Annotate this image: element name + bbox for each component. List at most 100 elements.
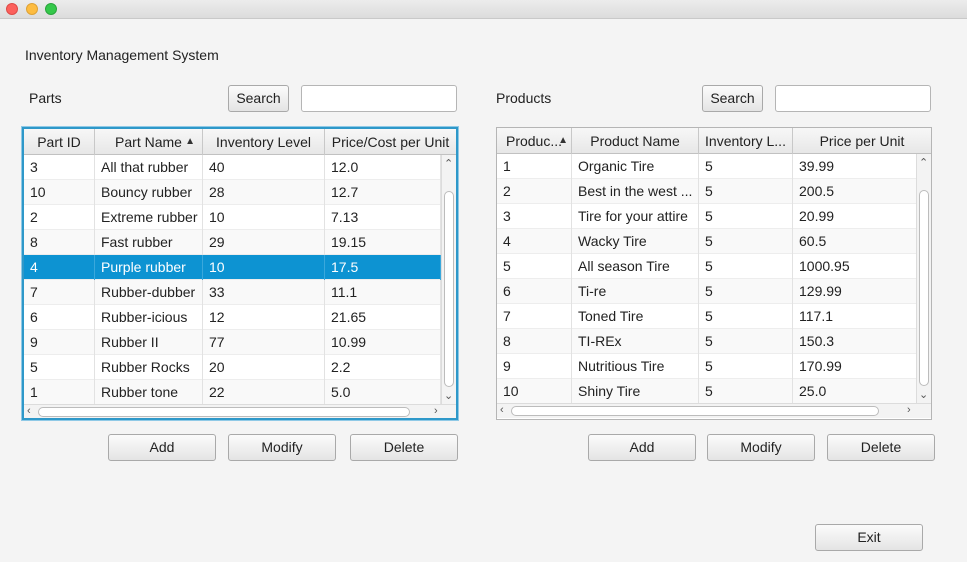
parts-table-row[interactable]: 10 Bouncy rubber 28 12.7	[24, 180, 441, 205]
products-table-row[interactable]: 3 Tire for your attire 5 20.99	[497, 204, 921, 229]
products-table-cell: 5	[699, 304, 793, 329]
scroll-down-icon[interactable]: ⌄	[919, 390, 928, 401]
products-table-cell: 117.1	[793, 304, 921, 329]
window-titlebar	[0, 0, 967, 19]
parts-table-cell: Rubber Rocks	[95, 355, 203, 380]
parts-table-row[interactable]: 2 Extreme rubber 10 7.13	[24, 205, 441, 230]
parts-table-row[interactable]: 4 Purple rubber 10 17.5	[24, 255, 441, 280]
products-vertical-scrollbar[interactable]: ⌃ ⌄	[916, 154, 931, 405]
parts-vertical-scrollbar[interactable]: ⌃ ⌄	[441, 155, 456, 406]
app-title: Inventory Management System	[25, 47, 219, 63]
products-search-input[interactable]	[775, 85, 931, 112]
parts-table-row[interactable]: 8 Fast rubber 29 19.15	[24, 230, 441, 255]
products-table-row[interactable]: 2 Best in the west ... 5 200.5	[497, 179, 921, 204]
parts-horizontal-scrollbar[interactable]: ‹ ›	[24, 404, 456, 418]
scroll-down-icon[interactable]: ⌄	[444, 391, 453, 402]
products-table-body: 1 Organic Tire 5 39.99 2 Best in the west ...…	[497, 154, 921, 404]
products-table-cell: 2	[497, 179, 572, 204]
products-horizontal-scrollbar[interactable]: ‹ ›	[497, 403, 931, 418]
products-table-row[interactable]: 8 TI-REx 5 150.3	[497, 329, 921, 354]
products-table-row[interactable]: 1 Organic Tire 5 39.99	[497, 154, 921, 179]
scroll-up-icon[interactable]: ⌃	[919, 158, 928, 169]
products-search-button[interactable]: Search	[702, 85, 763, 112]
parts-table-cell: Rubber-icious	[95, 305, 203, 330]
scroll-right-icon[interactable]: ›	[434, 406, 438, 417]
parts-table-cell: 11.1	[325, 280, 441, 305]
parts-table-row[interactable]: 5 Rubber Rocks 20 2.2	[24, 355, 441, 380]
parts-table-cell: 33	[203, 280, 325, 305]
parts-add-button[interactable]: Add	[108, 434, 216, 461]
parts-table-cell: 2	[24, 205, 95, 230]
parts-table-row[interactable]: 7 Rubber-dubber 33 11.1	[24, 280, 441, 305]
products-table-cell: 5	[699, 154, 793, 179]
parts-table-cell: 2.2	[325, 355, 441, 380]
products-table-cell: 39.99	[793, 154, 921, 179]
products-horizontal-scroll-thumb[interactable]	[511, 406, 879, 416]
products-table-row[interactable]: 4 Wacky Tire 5 60.5	[497, 229, 921, 254]
parts-search-input[interactable]	[301, 85, 457, 112]
parts-table-cell: Extreme rubber	[95, 205, 203, 230]
products-delete-button[interactable]: Delete	[827, 434, 935, 461]
products-add-button[interactable]: Add	[588, 434, 696, 461]
parts-table-row[interactable]: 9 Rubber II 77 10.99	[24, 330, 441, 355]
products-table-cell: Ti-re	[572, 279, 699, 304]
products-table-cell: 5	[699, 204, 793, 229]
parts-table-row[interactable]: 1 Rubber tone 22 5.0	[24, 380, 441, 405]
parts-table-cell: Rubber-dubber	[95, 280, 203, 305]
products-table-cell: Nutritious Tire	[572, 354, 699, 379]
parts-table-cell: 7.13	[325, 205, 441, 230]
products-table-cell: 9	[497, 354, 572, 379]
products-table-cell: Best in the west ...	[572, 179, 699, 204]
products-table-cell: 5	[699, 279, 793, 304]
products-table-cell: Shiny Tire	[572, 379, 699, 404]
products-col-price[interactable]: Price per Unit	[793, 128, 931, 154]
parts-table-row[interactable]: 3 All that rubber 40 12.0	[24, 155, 441, 180]
products-table-cell: 6	[497, 279, 572, 304]
products-table-cell: All season Tire	[572, 254, 699, 279]
close-window-icon[interactable]	[6, 3, 18, 15]
parts-table-cell: 40	[203, 155, 325, 180]
parts-search-button[interactable]: Search	[228, 85, 289, 112]
products-table-row[interactable]: 7 Toned Tire 5 117.1	[497, 304, 921, 329]
scroll-up-icon[interactable]: ⌃	[444, 159, 453, 170]
products-table-cell: 5	[497, 254, 572, 279]
products-table-cell: 5	[699, 254, 793, 279]
products-table-row[interactable]: 10 Shiny Tire 5 25.0	[497, 379, 921, 404]
products-table-header: Produc... ▲ Product Name Inventory L... P…	[497, 128, 931, 154]
parts-table-cell: Rubber tone	[95, 380, 203, 405]
products-col-product-id[interactable]: Produc... ▲	[497, 128, 572, 154]
minimize-window-icon[interactable]	[26, 3, 38, 15]
parts-col-inventory-level[interactable]: Inventory Level	[203, 129, 325, 155]
products-table-cell: Wacky Tire	[572, 229, 699, 254]
products-table-row[interactable]: 6 Ti-re 5 129.99	[497, 279, 921, 304]
products-table[interactable]: Produc... ▲ Product Name Inventory L... P…	[496, 127, 932, 420]
scroll-left-icon[interactable]: ‹	[27, 406, 31, 417]
scroll-left-icon[interactable]: ‹	[500, 405, 504, 416]
parts-table-cell: Bouncy rubber	[95, 180, 203, 205]
exit-button[interactable]: Exit	[815, 524, 923, 551]
parts-modify-button[interactable]: Modify	[228, 434, 336, 461]
products-col-inventory-level[interactable]: Inventory L...	[699, 128, 793, 154]
parts-table-cell: 9	[24, 330, 95, 355]
parts-col-part-name[interactable]: Part Name ▲	[95, 129, 203, 155]
parts-table[interactable]: Part ID Part Name ▲ Inventory Level Price…	[22, 127, 458, 420]
products-col-product-name[interactable]: Product Name	[572, 128, 699, 154]
products-table-row[interactable]: 5 All season Tire 5 1000.95	[497, 254, 921, 279]
products-table-cell: 200.5	[793, 179, 921, 204]
parts-col-part-id[interactable]: Part ID	[24, 129, 95, 155]
scroll-right-icon[interactable]: ›	[907, 405, 911, 416]
parts-vertical-scroll-thumb[interactable]	[444, 191, 454, 387]
parts-table-cell: 10.99	[325, 330, 441, 355]
parts-table-row[interactable]: 6 Rubber-icious 12 21.65	[24, 305, 441, 330]
zoom-window-icon[interactable]	[45, 3, 57, 15]
parts-col-price[interactable]: Price/Cost per Unit	[325, 129, 456, 155]
products-table-cell: 3	[497, 204, 572, 229]
products-table-row[interactable]: 9 Nutritious Tire 5 170.99	[497, 354, 921, 379]
parts-delete-button[interactable]: Delete	[350, 434, 458, 461]
parts-horizontal-scroll-thumb[interactable]	[38, 407, 410, 417]
parts-table-cell: Rubber II	[95, 330, 203, 355]
products-table-cell: TI-REx	[572, 329, 699, 354]
products-vertical-scroll-thumb[interactable]	[919, 190, 929, 386]
products-modify-button[interactable]: Modify	[707, 434, 815, 461]
parts-table-cell: 5	[24, 355, 95, 380]
